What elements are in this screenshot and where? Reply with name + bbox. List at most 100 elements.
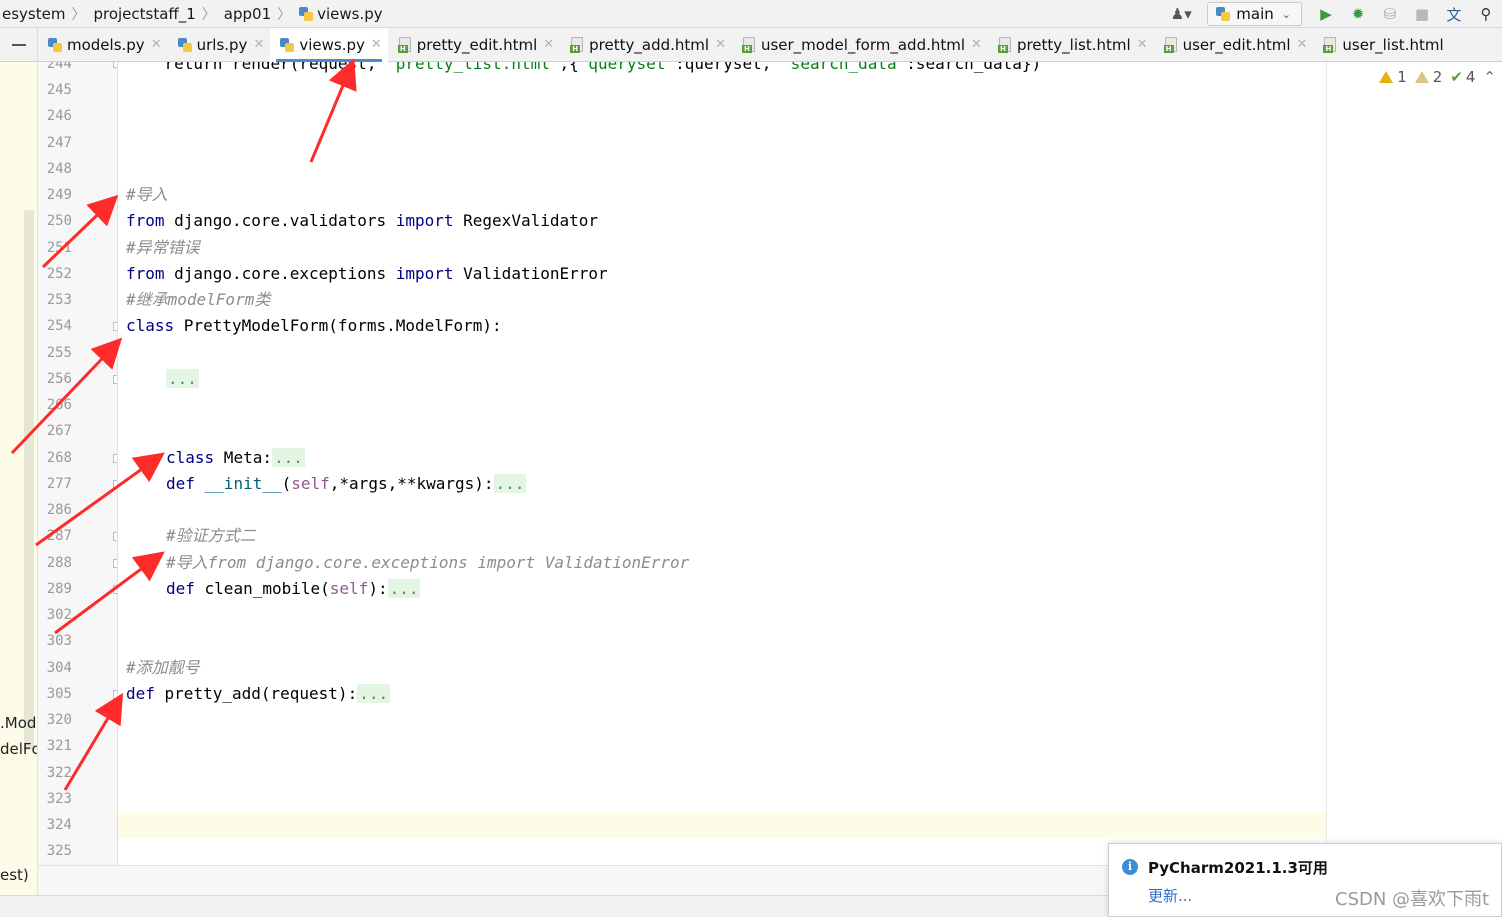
tab-label: pretty_edit.html <box>416 35 538 54</box>
code-line-244[interactable]: return render(request, 'pretty_list.html… <box>126 62 1042 77</box>
html-file-icon: H <box>997 36 1012 53</box>
close-icon[interactable]: ✕ <box>371 37 382 52</box>
editor-right-area[interactable]: 1 2 ✔ 4 ⌃ <box>1327 62 1502 865</box>
tab-models-py[interactable]: models.py ✕ <box>38 28 168 62</box>
line-number: 277 <box>46 476 72 492</box>
breadcrumb: esystem 〉 projectstaff_1 〉 app01 〉 views… <box>0 0 387 28</box>
string-literal: 'pretty_list.html' <box>386 62 560 73</box>
chevron-up-icon[interactable]: ⌃ <box>1483 68 1496 86</box>
line-number: 248 <box>46 161 72 177</box>
coverage-icon[interactable]: ⛁ <box>1377 2 1403 26</box>
breadcrumb-item-package[interactable]: projectstaff_1 <box>91 0 199 28</box>
collapse-icon[interactable] <box>0 27 38 62</box>
warnings-count[interactable]: 1 <box>1379 68 1407 86</box>
code-text: ( <box>281 474 292 493</box>
code-line-253[interactable]: #继承modelForm类 <box>126 287 270 313</box>
breadcrumb-label: views.py <box>317 4 383 23</box>
line-number: 305 <box>46 686 72 702</box>
close-icon[interactable]: ✕ <box>715 37 726 52</box>
folded-code-placeholder[interactable]: ... <box>493 474 527 493</box>
code-line-252[interactable]: from django.core.exceptions import Valid… <box>126 261 608 287</box>
line-number: 267 <box>46 423 72 439</box>
debug-icon[interactable]: ✹ <box>1345 2 1371 26</box>
tab-urls-py[interactable]: urls.py ✕ <box>168 28 271 62</box>
tab-pretty-list-html[interactable]: H pretty_list.html ✕ <box>988 28 1154 62</box>
project-panel[interactable]: .Mod delFc est) <box>0 62 38 895</box>
code-line-304[interactable]: #添加靓号 <box>126 655 200 681</box>
folded-code-placeholder[interactable]: ... <box>387 579 421 598</box>
code-line-251[interactable]: #异常错误 <box>126 235 200 261</box>
chevron-right-icon: 〉 <box>71 6 86 23</box>
line-number: 322 <box>46 765 72 781</box>
code-text: pretty_add(request): <box>154 684 358 703</box>
tab-user-edit-html[interactable]: H user_edit.html ✕ <box>1154 28 1314 62</box>
user-icon[interactable]: ♟▾ <box>1168 2 1194 26</box>
code-line-249[interactable]: #导入 <box>126 182 168 208</box>
run-configuration-label: main <box>1236 5 1274 23</box>
line-number: 255 <box>46 345 72 361</box>
code-line-305[interactable]: def pretty_add(request):... <box>126 681 391 707</box>
close-icon[interactable]: ✕ <box>253 37 264 52</box>
inspection-widget[interactable]: 1 2 ✔ 4 ⌃ <box>1371 68 1496 86</box>
code-line-288[interactable]: #导入from django.core.exceptions import Va… <box>166 550 689 576</box>
breadcrumb-label: esystem <box>2 4 66 23</box>
line-number: 244 <box>46 62 72 72</box>
breadcrumb-item-app[interactable]: app01 <box>222 0 275 28</box>
line-number: 252 <box>46 266 72 282</box>
line-number: 253 <box>46 292 72 308</box>
translate-icon[interactable]: 文 <box>1441 2 1467 26</box>
line-number: 303 <box>46 633 72 649</box>
chevron-right-icon: 〉 <box>201 6 216 23</box>
code-line-277[interactable]: def __init__(self,*args,**kwargs):... <box>166 471 527 497</box>
python-icon <box>1216 7 1231 21</box>
code-text: return render(request, <box>126 62 387 73</box>
keyword: def <box>166 474 195 493</box>
line-number: 256 <box>46 371 72 387</box>
close-icon[interactable]: ✕ <box>543 37 554 52</box>
keyword: import <box>395 264 454 283</box>
breadcrumb-item-file[interactable]: views.py <box>297 0 387 28</box>
function-name: clean_mobile <box>194 579 321 598</box>
code-line-256[interactable]: ... <box>166 366 199 392</box>
horizontal-scrollbar[interactable] <box>38 865 1108 895</box>
run-icon[interactable]: ▶ <box>1313 2 1339 26</box>
tab-user-model-form-add-html[interactable]: H user_model_form_add.html ✕ <box>732 28 988 62</box>
self-parameter: self <box>291 474 330 493</box>
close-icon[interactable]: ✕ <box>151 37 162 52</box>
code-line-268[interactable]: class Meta:... <box>166 445 305 471</box>
folded-code-placeholder[interactable]: ... <box>271 448 305 467</box>
update-link[interactable]: 更新... <box>1148 885 1192 906</box>
tab-pretty-add-html[interactable]: H pretty_add.html ✕ <box>560 28 732 62</box>
code-text: ): <box>368 579 388 598</box>
code-text: :search_data}) <box>906 62 1042 73</box>
keyword: from <box>126 211 165 230</box>
code-editor[interactable]: return render(request, 'pretty_list.html… <box>118 62 1326 865</box>
close-icon[interactable]: ✕ <box>1297 37 1308 52</box>
code-text: ( <box>320 579 330 598</box>
html-file-icon: H <box>397 36 412 53</box>
code-line-250[interactable]: from django.core.validators import Regex… <box>126 208 598 234</box>
search-icon[interactable]: ⚲ <box>1473 2 1499 26</box>
close-icon[interactable]: ✕ <box>971 37 982 52</box>
run-configuration-select[interactable]: main ⌄ <box>1207 2 1302 26</box>
typos-count[interactable]: ✔ 4 <box>1450 68 1475 86</box>
project-scrollbar[interactable] <box>24 210 34 750</box>
line-number: 320 <box>46 712 72 728</box>
stop-icon[interactable]: ■ <box>1409 2 1435 26</box>
chevron-right-icon: 〉 <box>277 6 292 23</box>
weak-warnings-count[interactable]: 2 <box>1414 68 1442 86</box>
folded-code-placeholder[interactable]: ... <box>166 369 199 388</box>
tab-views-py[interactable]: views.py ✕ <box>270 27 388 62</box>
folded-code-placeholder[interactable]: ... <box>357 684 391 703</box>
line-number: 254 <box>46 318 72 334</box>
code-line-289[interactable]: def clean_mobile(self):... <box>166 576 421 602</box>
breadcrumb-item-project[interactable]: esystem <box>0 0 69 28</box>
tab-pretty-edit-html[interactable]: H pretty_edit.html ✕ <box>388 28 560 62</box>
line-number-gutter[interactable]: 244 245 246 247 248 249 250 251 252 253 … <box>38 62 118 865</box>
keyword: class <box>126 316 175 335</box>
code-line-287[interactable]: #验证方式二 <box>166 523 256 549</box>
close-icon[interactable]: ✕ <box>1137 37 1148 52</box>
code-line-254[interactable]: class PrettyModelForm(forms.ModelForm): <box>126 313 502 339</box>
tab-user-list-html[interactable]: H user_list.html <box>1313 28 1449 62</box>
current-line-highlight <box>118 812 1326 838</box>
